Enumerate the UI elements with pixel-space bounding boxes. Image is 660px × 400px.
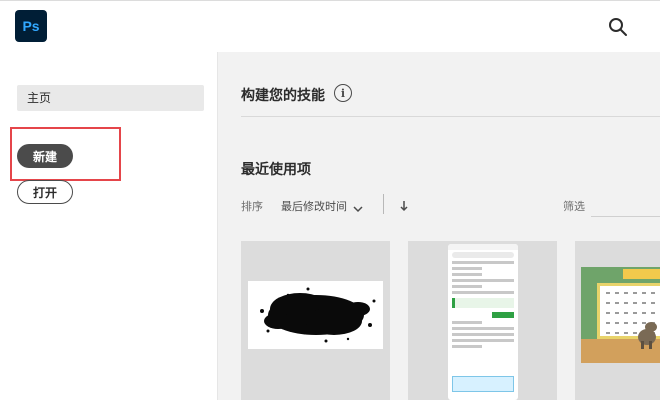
info-icon[interactable]: i [334,84,352,102]
recent-section-title: 最近使用项 [241,162,311,178]
filter-label: 筛选 [563,200,585,213]
top-bar: Ps [0,0,660,52]
new-button[interactable]: 新建 [17,144,73,168]
sort-label: 排序 [241,200,263,213]
open-button[interactable]: 打开 [17,180,73,204]
file-thumbnail [448,244,518,400]
section-divider [241,116,660,117]
skills-section-title: 构建您的技能 [241,88,325,104]
sort-select[interactable]: 最后修改时间 [281,198,347,214]
file-thumbnail [248,281,383,349]
recent-file-card[interactable] [408,241,557,400]
chevron-down-icon[interactable] [352,200,364,213]
filter-input[interactable] [591,193,660,217]
file-thumbnail [581,267,660,363]
sort-direction-arrow-icon[interactable] [398,198,410,212]
toolbar-separator [383,194,384,214]
main-content: 构建您的技能 i 最近使用项 排序 最后修改时间 筛选 [219,52,660,400]
search-icon[interactable] [607,16,629,38]
recent-file-card[interactable] [575,241,660,400]
sidebar: 主页 新建 打开 [0,52,218,400]
recent-file-card[interactable] [241,241,390,400]
sidebar-item-home[interactable]: 主页 [17,85,204,111]
photoshop-logo[interactable]: Ps [15,10,47,42]
